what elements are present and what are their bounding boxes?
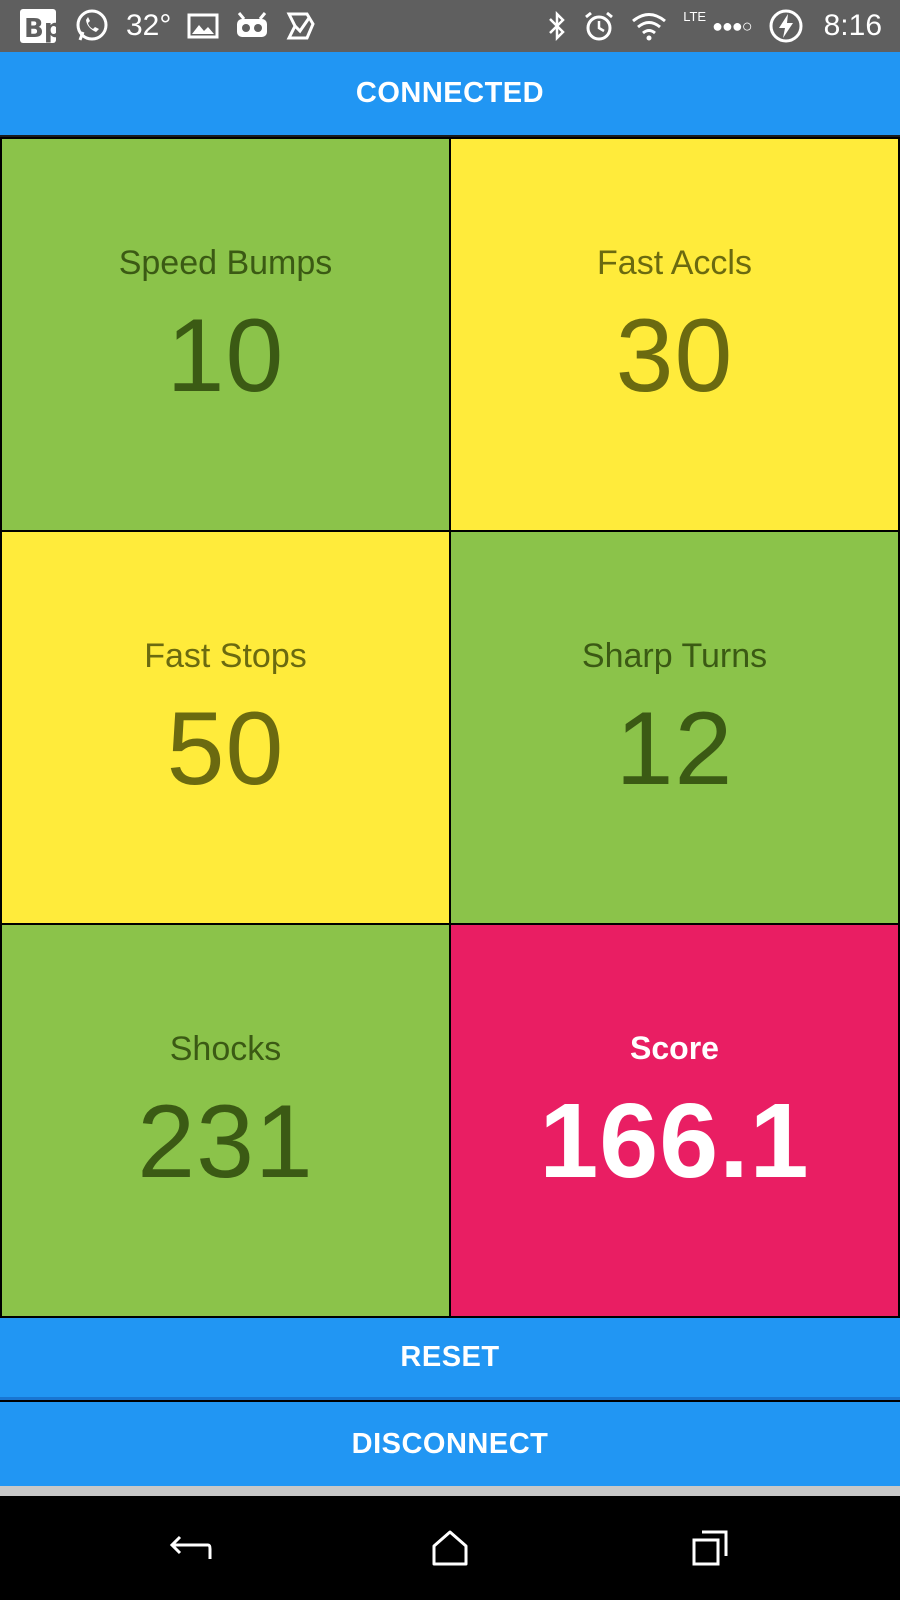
score-label: Score	[630, 1029, 719, 1066]
metric-label: Fast Accls	[597, 243, 752, 282]
status-bar-left: Bp 32°	[18, 6, 317, 46]
score-tile: Score 166.1	[451, 925, 898, 1316]
metrics-grid: Speed Bumps 10 Fast Accls 30 Fast Stops …	[0, 137, 900, 1318]
signal-strength-text: ●●●○	[712, 15, 752, 36]
whatsapp-icon	[74, 6, 110, 46]
divider	[0, 1486, 900, 1496]
back-icon[interactable]	[160, 1518, 220, 1578]
navigation-bar	[0, 1496, 900, 1600]
metric-label: Fast Stops	[144, 636, 307, 675]
battery-charging-icon	[768, 6, 804, 46]
task-check-icon	[285, 6, 317, 46]
recents-icon[interactable]	[680, 1518, 740, 1578]
home-icon[interactable]	[420, 1518, 480, 1578]
metric-label: Sharp Turns	[581, 636, 768, 675]
svg-text:Bp: Bp	[24, 14, 58, 44]
bot-icon	[235, 6, 269, 46]
metric-tile-sharp-turns: Sharp Turns 12	[451, 532, 898, 923]
metric-value: 30	[615, 297, 734, 414]
metric-tile-fast-accls: Fast Accls 30	[451, 139, 898, 530]
metric-tile-shocks: Shocks 231	[2, 925, 449, 1316]
metric-value: 10	[166, 297, 285, 414]
metric-label: Speed Bumps	[118, 243, 333, 282]
status-bar: Bp 32° LTE ●●●○ 8:16	[0, 0, 900, 52]
metric-value: 50	[166, 690, 285, 807]
metric-label: Shocks	[169, 1029, 282, 1068]
metric-value: 12	[615, 690, 734, 807]
bluetooth-icon	[547, 6, 567, 46]
temperature-text: 32°	[126, 9, 172, 42]
metric-tile-fast-stops: Fast Stops 50	[2, 532, 449, 923]
news-app-icon: Bp	[18, 6, 58, 46]
status-bar-right: LTE ●●●○ 8:16	[547, 6, 882, 46]
connection-status-bar: CONNECTED	[0, 52, 900, 137]
score-value: 166.1	[539, 1081, 810, 1200]
alarm-icon	[583, 6, 615, 46]
metric-tile-speed-bumps: Speed Bumps 10	[2, 139, 449, 530]
network-type-text: LTE	[683, 8, 707, 24]
wifi-icon	[631, 6, 667, 46]
metric-value: 231	[137, 1083, 314, 1200]
gallery-icon	[187, 6, 219, 46]
connection-status-label: CONNECTED	[355, 77, 545, 109]
clock-text: 8:16	[823, 9, 882, 42]
disconnect-button[interactable]: DISCONNECT	[0, 1402, 900, 1486]
reset-button[interactable]: RESET	[0, 1318, 900, 1400]
